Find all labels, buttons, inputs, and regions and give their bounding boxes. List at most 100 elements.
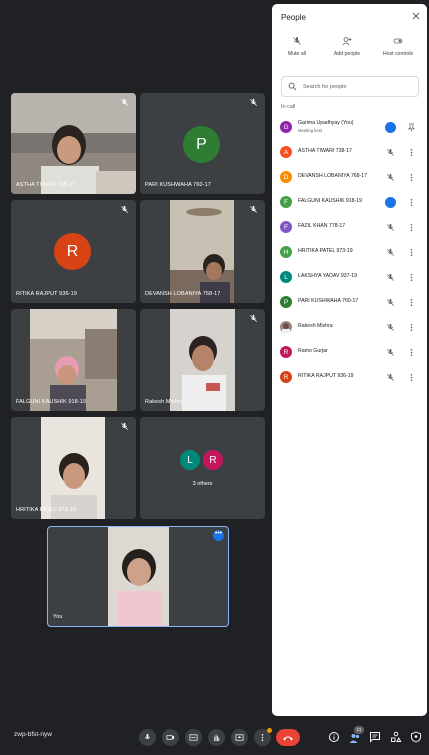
participant-name: RITIKA RAJPUT 936-19 — [16, 291, 77, 297]
mic-button[interactable] — [139, 729, 156, 746]
people-panel: People Mute all Add people Host controls… — [272, 4, 427, 716]
participant-tile[interactable]: R RITIKA RAJPUT 936-19 — [11, 200, 136, 303]
mic-off-icon[interactable] — [386, 273, 395, 282]
participant-name: ASTHA TIWARI 738-17 — [298, 148, 352, 154]
captions-button[interactable] — [185, 729, 202, 746]
notification-dot — [267, 728, 272, 733]
mic-off-icon[interactable] — [386, 173, 395, 182]
host-controls-button[interactable]: Host controls — [375, 36, 421, 57]
avatar: A — [280, 146, 292, 158]
mic-off-icon[interactable] — [386, 248, 395, 257]
participant-role: Meeting host — [298, 128, 322, 133]
mic-off-icon — [250, 314, 257, 322]
participant-name: Garima Upadhyay (You) — [298, 120, 354, 126]
mic-off-icon[interactable] — [386, 148, 395, 157]
mic-off-icon[interactable] — [386, 348, 395, 357]
participant-tile[interactable]: HRITIKA PATEL 973-19 — [11, 417, 136, 519]
meeting-code: zwp-bfst-nyw — [14, 731, 52, 738]
participant-name: DEVANSH LOBANIYA 768-17 — [145, 291, 221, 297]
more-vert-icon[interactable] — [407, 148, 416, 157]
list-item[interactable]: H HRITIKA PATEL 973-19 — [272, 240, 427, 265]
mic-off-icon[interactable] — [386, 373, 395, 382]
more-vert-icon[interactable] — [407, 223, 416, 232]
others-tile[interactable]: L R 3 others — [140, 417, 265, 519]
participant-name: FALGUNI KAUSHIK 918-19 — [298, 198, 363, 204]
people-button[interactable]: 11 — [347, 726, 364, 745]
mic-icon — [144, 733, 151, 739]
participant-tile[interactable]: ASTHA TIWARI 738-17 — [11, 93, 136, 194]
search-box[interactable] — [281, 76, 419, 97]
mic-off-icon — [121, 98, 128, 106]
add-person-icon — [342, 37, 352, 46]
participant-name: RITIKA RAJPUT 936-19 — [298, 373, 354, 379]
more-vert-icon[interactable] — [407, 248, 416, 257]
avatar: D — [280, 171, 292, 183]
host-controls-icon — [393, 38, 403, 44]
more-vert-icon[interactable] — [407, 323, 416, 332]
more-options-button[interactable] — [254, 728, 272, 746]
speaking-indicator-icon — [385, 122, 396, 133]
video-feed — [41, 417, 105, 519]
panel-title: People — [281, 13, 306, 22]
avatar: L — [179, 449, 201, 471]
avatar: R — [54, 233, 91, 270]
raise-hand-button[interactable] — [208, 729, 225, 746]
participant-name: ASTHA TIWARI 738-17 — [16, 182, 76, 188]
avatar: R — [202, 449, 224, 471]
info-icon[interactable] — [328, 731, 340, 743]
mute-all-button[interactable]: Mute all — [274, 36, 320, 57]
search-input[interactable] — [303, 80, 413, 94]
participant-name: PARI KUSHWAHA 760-17 — [298, 298, 359, 304]
participant-name: HRITIKA PATEL 973-19 — [298, 248, 353, 254]
add-people-button[interactable]: Add people — [324, 36, 370, 57]
more-vert-icon[interactable] — [407, 373, 416, 382]
video-feed — [30, 309, 117, 411]
chat-icon[interactable] — [369, 731, 381, 743]
participant-name: DEVANSH LOBANIYA 768-17 — [298, 173, 368, 179]
more-vert-icon[interactable] — [407, 348, 416, 357]
avatar: G — [280, 121, 292, 133]
close-icon[interactable] — [412, 12, 420, 20]
participant-tile[interactable]: FALGUNI KAUSHIK 918-19 — [11, 309, 136, 411]
participant-tile[interactable]: P PARI KUSHWAHA 760-17 — [140, 93, 265, 194]
activities-icon[interactable] — [390, 731, 402, 743]
participant-name: Rakesh Mishra — [145, 399, 183, 405]
participant-name: Ramo Gurjar — [298, 348, 328, 354]
end-call-button[interactable] — [276, 729, 300, 746]
video-feed — [11, 93, 136, 194]
list-item[interactable]: D DEVANSH LOBANIYA 768-17 — [272, 165, 427, 190]
more-options-icon[interactable]: ••• — [213, 530, 224, 541]
avatar: P — [280, 296, 292, 308]
speaking-indicator-icon — [385, 197, 396, 208]
video-feed — [170, 200, 234, 303]
list-item[interactable]: R Ramo Gurjar — [272, 340, 427, 365]
more-vert-icon[interactable] — [407, 173, 416, 182]
mic-off-icon[interactable] — [386, 223, 395, 232]
mic-off-icon — [121, 422, 128, 430]
list-item[interactable]: R RITIKA RAJPUT 936-19 — [272, 365, 427, 390]
mic-off-icon[interactable] — [386, 298, 395, 307]
pin-icon[interactable] — [407, 123, 416, 132]
mic-off-icon — [121, 205, 128, 213]
self-view-tile[interactable]: ••• You — [47, 526, 229, 627]
more-vert-icon[interactable] — [407, 273, 416, 282]
participant-tile[interactable]: Rakesh Mishra — [140, 309, 265, 411]
list-item[interactable]: F FAZIL KHAN 778-17 — [272, 215, 427, 240]
control-bar: zwp-bfst-nyw 11 — [0, 720, 429, 755]
list-item[interactable]: G Garima Upadhyay (You) Meeting host — [272, 115, 427, 140]
host-controls-icon[interactable] — [410, 731, 422, 743]
list-item[interactable]: A ASTHA TIWARI 738-17 — [272, 140, 427, 165]
list-item[interactable]: P PARI KUSHWAHA 760-17 — [272, 290, 427, 315]
mic-off-icon[interactable] — [386, 323, 395, 332]
more-vert-icon[interactable] — [407, 298, 416, 307]
more-vert-icon[interactable] — [407, 198, 416, 207]
end-call-icon — [283, 736, 293, 740]
list-item[interactable]: F FALGUNI KAUSHIK 918-19 — [272, 190, 427, 215]
participant-tile[interactable]: DEVANSH LOBANIYA 768-17 — [140, 200, 265, 303]
list-item[interactable]: Rakesh Mishra — [272, 315, 427, 340]
present-button[interactable] — [231, 729, 248, 746]
video-feed — [108, 527, 169, 626]
list-item[interactable]: L LAKSHYA YADAV 937-19 — [272, 265, 427, 290]
mute-all-label: Mute all — [287, 51, 307, 57]
camera-button[interactable] — [162, 729, 179, 746]
